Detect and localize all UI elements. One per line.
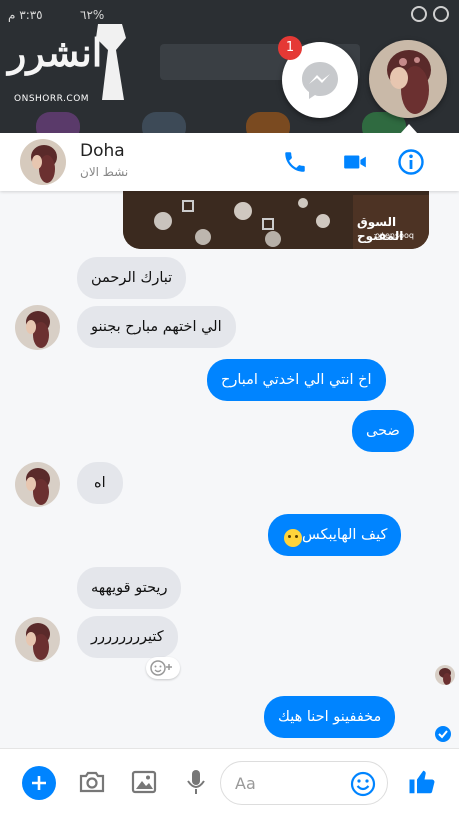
avatar[interactable] [15, 462, 60, 507]
conversation-panel: Doha نشط الان السوق المفتوح opensooq تبا… [0, 133, 459, 816]
sync-icon [411, 6, 427, 22]
message-input[interactable]: Aa [220, 761, 388, 805]
gallery-button[interactable] [128, 766, 160, 798]
image-domain: opensooq [375, 231, 414, 240]
neutral-face-emoji-icon [284, 529, 302, 547]
video-call-button[interactable] [340, 147, 370, 177]
emoji-icon[interactable] [349, 770, 377, 798]
app-icon [36, 112, 80, 135]
seen-avatar [435, 665, 455, 685]
messenger-icon [302, 62, 338, 99]
message-input-placeholder: Aa [235, 774, 256, 793]
avatar[interactable] [15, 305, 60, 350]
seen-photo [435, 665, 455, 685]
camera-icon [79, 771, 105, 793]
avatar [369, 40, 447, 118]
message-bubble[interactable]: ريحتو قويههه [77, 567, 182, 609]
watermark-site: ONSHORR.COM [14, 94, 90, 104]
info-button[interactable] [396, 147, 426, 177]
doha-chat-head[interactable] [369, 40, 447, 118]
messenger-notification-icon [433, 6, 449, 22]
add-reaction-icon [150, 660, 172, 676]
message-bubble[interactable]: مخففينو احنا هيك [264, 696, 396, 738]
camera-button[interactable] [76, 766, 108, 798]
profile-photo [15, 617, 60, 662]
voice-record-button[interactable] [180, 766, 212, 798]
thumbs-up-icon [409, 770, 435, 794]
message-bubble[interactable]: تبارك الرحمن [77, 257, 187, 299]
video-camera-icon [344, 155, 366, 169]
watermark-logo: انشرر ONSHORR.COM [6, 20, 126, 110]
call-button[interactable] [280, 147, 310, 177]
watermark-text: انشرر [8, 30, 103, 75]
check-mark [438, 730, 448, 739]
active-status: نشط الان [80, 165, 129, 179]
profile-photo [20, 139, 66, 185]
avatar[interactable] [15, 617, 60, 662]
message-composer: Aa [0, 748, 459, 816]
unread-badge: 1 [278, 36, 302, 60]
message-bubble[interactable]: اه [77, 462, 123, 504]
message-bubble[interactable]: اخ انتي الي اخدتي امبارح [207, 359, 386, 401]
message-bubble[interactable]: ضحى [352, 410, 414, 452]
profile-photo [15, 462, 60, 507]
delivered-check-icon [435, 726, 451, 742]
avatar[interactable] [20, 139, 66, 185]
message-text: كيف الهايبكس [302, 527, 388, 543]
phone-icon [285, 152, 305, 172]
plus-icon [32, 776, 46, 790]
info-icon [398, 149, 424, 175]
app-icon [142, 112, 186, 135]
message-bubble[interactable]: كتيرررررررر [77, 616, 178, 658]
image-icon [131, 770, 157, 794]
message-bubble[interactable]: الي اختهم مبارح بجننو [77, 306, 236, 348]
watermark-figure-icon [96, 24, 126, 100]
more-actions-button[interactable] [22, 766, 56, 800]
conversation-header: Doha نشط الان [0, 133, 459, 191]
contact-name[interactable]: Doha [80, 141, 125, 161]
app-icon [246, 112, 290, 135]
shared-image[interactable]: السوق المفتوح opensooq [123, 191, 429, 249]
microphone-icon [187, 770, 205, 794]
profile-photo [15, 305, 60, 350]
like-button[interactable] [406, 766, 438, 798]
add-reaction-button[interactable] [146, 657, 180, 679]
